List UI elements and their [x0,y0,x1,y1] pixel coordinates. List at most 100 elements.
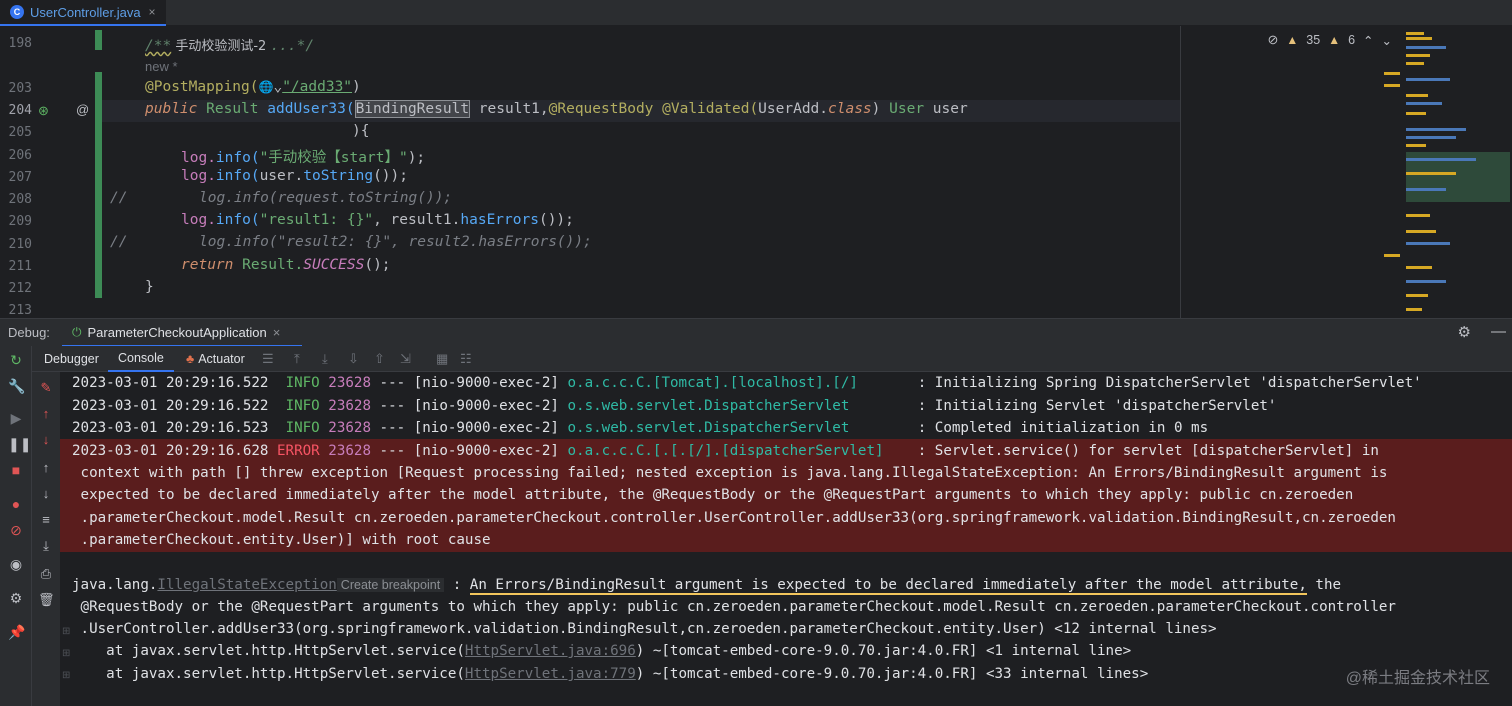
trash-icon[interactable]: 🗑 [38,592,55,608]
modify-config-icon[interactable]: 🔧 [8,378,25,395]
java-class-icon: C [10,5,24,19]
vcs-change-marker[interactable] [95,72,102,298]
pause-icon[interactable]: ❚❚ [8,436,31,453]
line-number: 212 [8,281,32,296]
tab-console[interactable]: Console [108,346,174,372]
stack-frame-line: at javax.servlet.http.HttpServlet.servic… [72,643,1132,659]
code-minimap[interactable] [1384,32,1510,318]
run-to-cursor-icon[interactable]: ⇲ [400,351,411,367]
log-line-error-cont: context with path [] threw exception [Re… [72,465,1388,481]
log-line-error-cont: .parameterCheckout.model.Result cn.zeroe… [72,510,1396,526]
eye-off-icon[interactable]: ⊘ [1267,32,1278,48]
tab-debugger[interactable]: Debugger [34,346,109,372]
editor-gutter: 198 203 204 205 206 207 208 209 210 211 … [0,26,98,318]
trace-icon[interactable]: ☷ [460,351,472,367]
annotation-gutter-icon[interactable]: @ [76,102,89,117]
previous-highlight-icon[interactable]: ⌃ [1363,33,1373,48]
code-line-198: /** 手动校验测试-2 ...*/ [145,38,315,54]
code-line-209: // [110,234,128,250]
step-over-icon[interactable]: ⤓ [322,351,328,367]
code-line-210: return Result.SUCCESS(); [181,257,391,273]
watermark: @稀土掘金技术社区 [1345,670,1490,687]
log-line: 2023-03-01 20:29:16.523 INFO 23628 --- [… [72,420,1209,436]
file-tab-label: UserController.java [30,4,141,20]
exception-class-link[interactable]: IllegalStateException [157,577,336,593]
scroll-up-icon[interactable]: ↑ [38,460,54,475]
line-number: 213 [8,303,32,318]
editor-tab-bar: C UserController.java × [0,0,1512,26]
exception-cont-line: .UserController.addUser33(org.springfram… [72,621,1217,637]
scroll-to-end-icon[interactable]: ⤓ [38,538,54,554]
code-line-204: public Result addUser33(BindingResult re… [145,100,968,118]
line-number: 207 [8,170,32,185]
log-line: 2023-03-01 20:29:16.522 INFO 23628 --- [… [72,375,1422,391]
globe-icon: 🌐 [258,80,274,94]
create-breakpoint-link[interactable]: Create breakpoint [336,578,445,592]
author-inlay-hint[interactable]: new * [145,59,178,74]
code-line-206: log.info(user.toString()); [181,168,408,184]
weak-warning-count[interactable]: 6 [1348,33,1355,47]
code-line-207: // [110,190,128,206]
close-run-tab-icon[interactable]: × [273,325,281,340]
tab-actuator[interactable]: ♣ Actuator [176,346,255,372]
print-icon[interactable]: ⎙ [38,566,54,582]
debug-left-toolbar: ↻ 🔧 ▶ ❚❚ ■ ● ⊘ ◉ ⚙ 📌 [0,346,32,706]
step-out-icon[interactable]: ⇧ [374,351,385,367]
fold-icon[interactable]: ⊞ [62,670,70,681]
settings-icon[interactable]: ⚙ [1458,323,1471,341]
line-number: 211 [8,259,32,274]
code-editor[interactable]: 198 203 204 205 206 207 208 209 210 211 … [0,26,1512,318]
inspection-widget[interactable]: ⊘ ▲ 35 ▲ 6 ⌃ ⌄ [1267,32,1392,48]
exception-line: java.lang.IllegalStateException Create br… [72,577,1342,595]
log-line-error: 2023-03-01 20:29:16.628 ERROR 23628 --- … [72,443,1379,459]
warning-count[interactable]: 35 [1306,33,1320,47]
log-line-error-cont: expected to be declared immediately afte… [72,487,1354,503]
source-link[interactable]: HttpServlet.java:779 [465,666,636,682]
show-execution-point-icon[interactable]: ⤒ [294,351,300,367]
code-line-209-text: log.info("result2: {}", result2.hasError… [199,234,592,250]
line-number: 209 [8,214,32,229]
run-config-label: ParameterCheckoutApplication [87,324,267,340]
code-line-203: @PostMapping(🌐⌄"/add33") [145,79,361,95]
fold-icon[interactable]: ⊞ [62,648,70,659]
up-arrow-icon[interactable]: ↑ [38,406,54,421]
rerun-icon[interactable]: ↻ [8,352,24,369]
run-config-tab[interactable]: ⏻ ParameterCheckoutApplication × [62,319,302,347]
mute-breakpoints-icon[interactable]: ⊘ [8,522,24,539]
evaluate-expression-icon[interactable]: ▦ [436,351,448,367]
line-number: 208 [8,192,32,207]
file-tab-usercontroller[interactable]: C UserController.java × [0,0,166,26]
tab-debugger-label: Debugger [44,352,99,366]
camera-icon[interactable]: ◉ [8,556,24,573]
menu-icon[interactable]: ☰ [262,351,274,367]
stop-icon[interactable]: ■ [8,462,24,478]
clear-console-icon[interactable]: ✎ [38,380,54,396]
fold-icon[interactable]: ⊞ [62,626,70,637]
minimize-icon[interactable]: — [1491,323,1506,341]
scroll-down-icon[interactable]: ↓ [38,486,54,501]
console-output[interactable]: 2023-03-01 20:29:16.522 INFO 23628 --- [… [60,372,1512,706]
settings-gear-icon[interactable]: ⚙ [8,590,24,607]
endpoint-url[interactable]: "/add33" [282,79,352,95]
line-number: 205 [8,125,32,140]
close-tab-icon[interactable]: × [149,5,156,19]
line-number: 198 [8,36,32,51]
down-arrow-icon[interactable]: ↓ [38,432,54,447]
step-into-icon[interactable]: ⇩ [348,351,359,367]
code-line-208: log.info("result1: {}", result1.hasError… [181,212,574,228]
pin-icon[interactable]: 📌 [8,624,25,641]
debug-tool-window-header: Debug: ⏻ ParameterCheckoutApplication × … [0,318,1512,347]
code-line-brace: ){ [352,123,370,139]
debug-label: Debug: [8,325,50,340]
web-endpoint-icon[interactable]: ⊛ [38,103,49,119]
log-line-error-cont: .parameterCheckout.entity.User)] with ro… [72,532,491,548]
actuator-icon: ♣ [186,352,195,366]
log-line: 2023-03-01 20:29:16.522 INFO 23628 --- [… [72,398,1277,414]
vcs-change-marker[interactable] [95,30,102,50]
spring-boot-icon: ⏻ [72,324,82,339]
view-breakpoints-icon[interactable]: ● [8,496,24,512]
source-link[interactable]: HttpServlet.java:696 [465,643,636,659]
highlighted-identifier: BindingResult [354,100,471,118]
resume-icon[interactable]: ▶ [8,410,24,427]
soft-wrap-icon[interactable]: ≡ [38,512,54,527]
